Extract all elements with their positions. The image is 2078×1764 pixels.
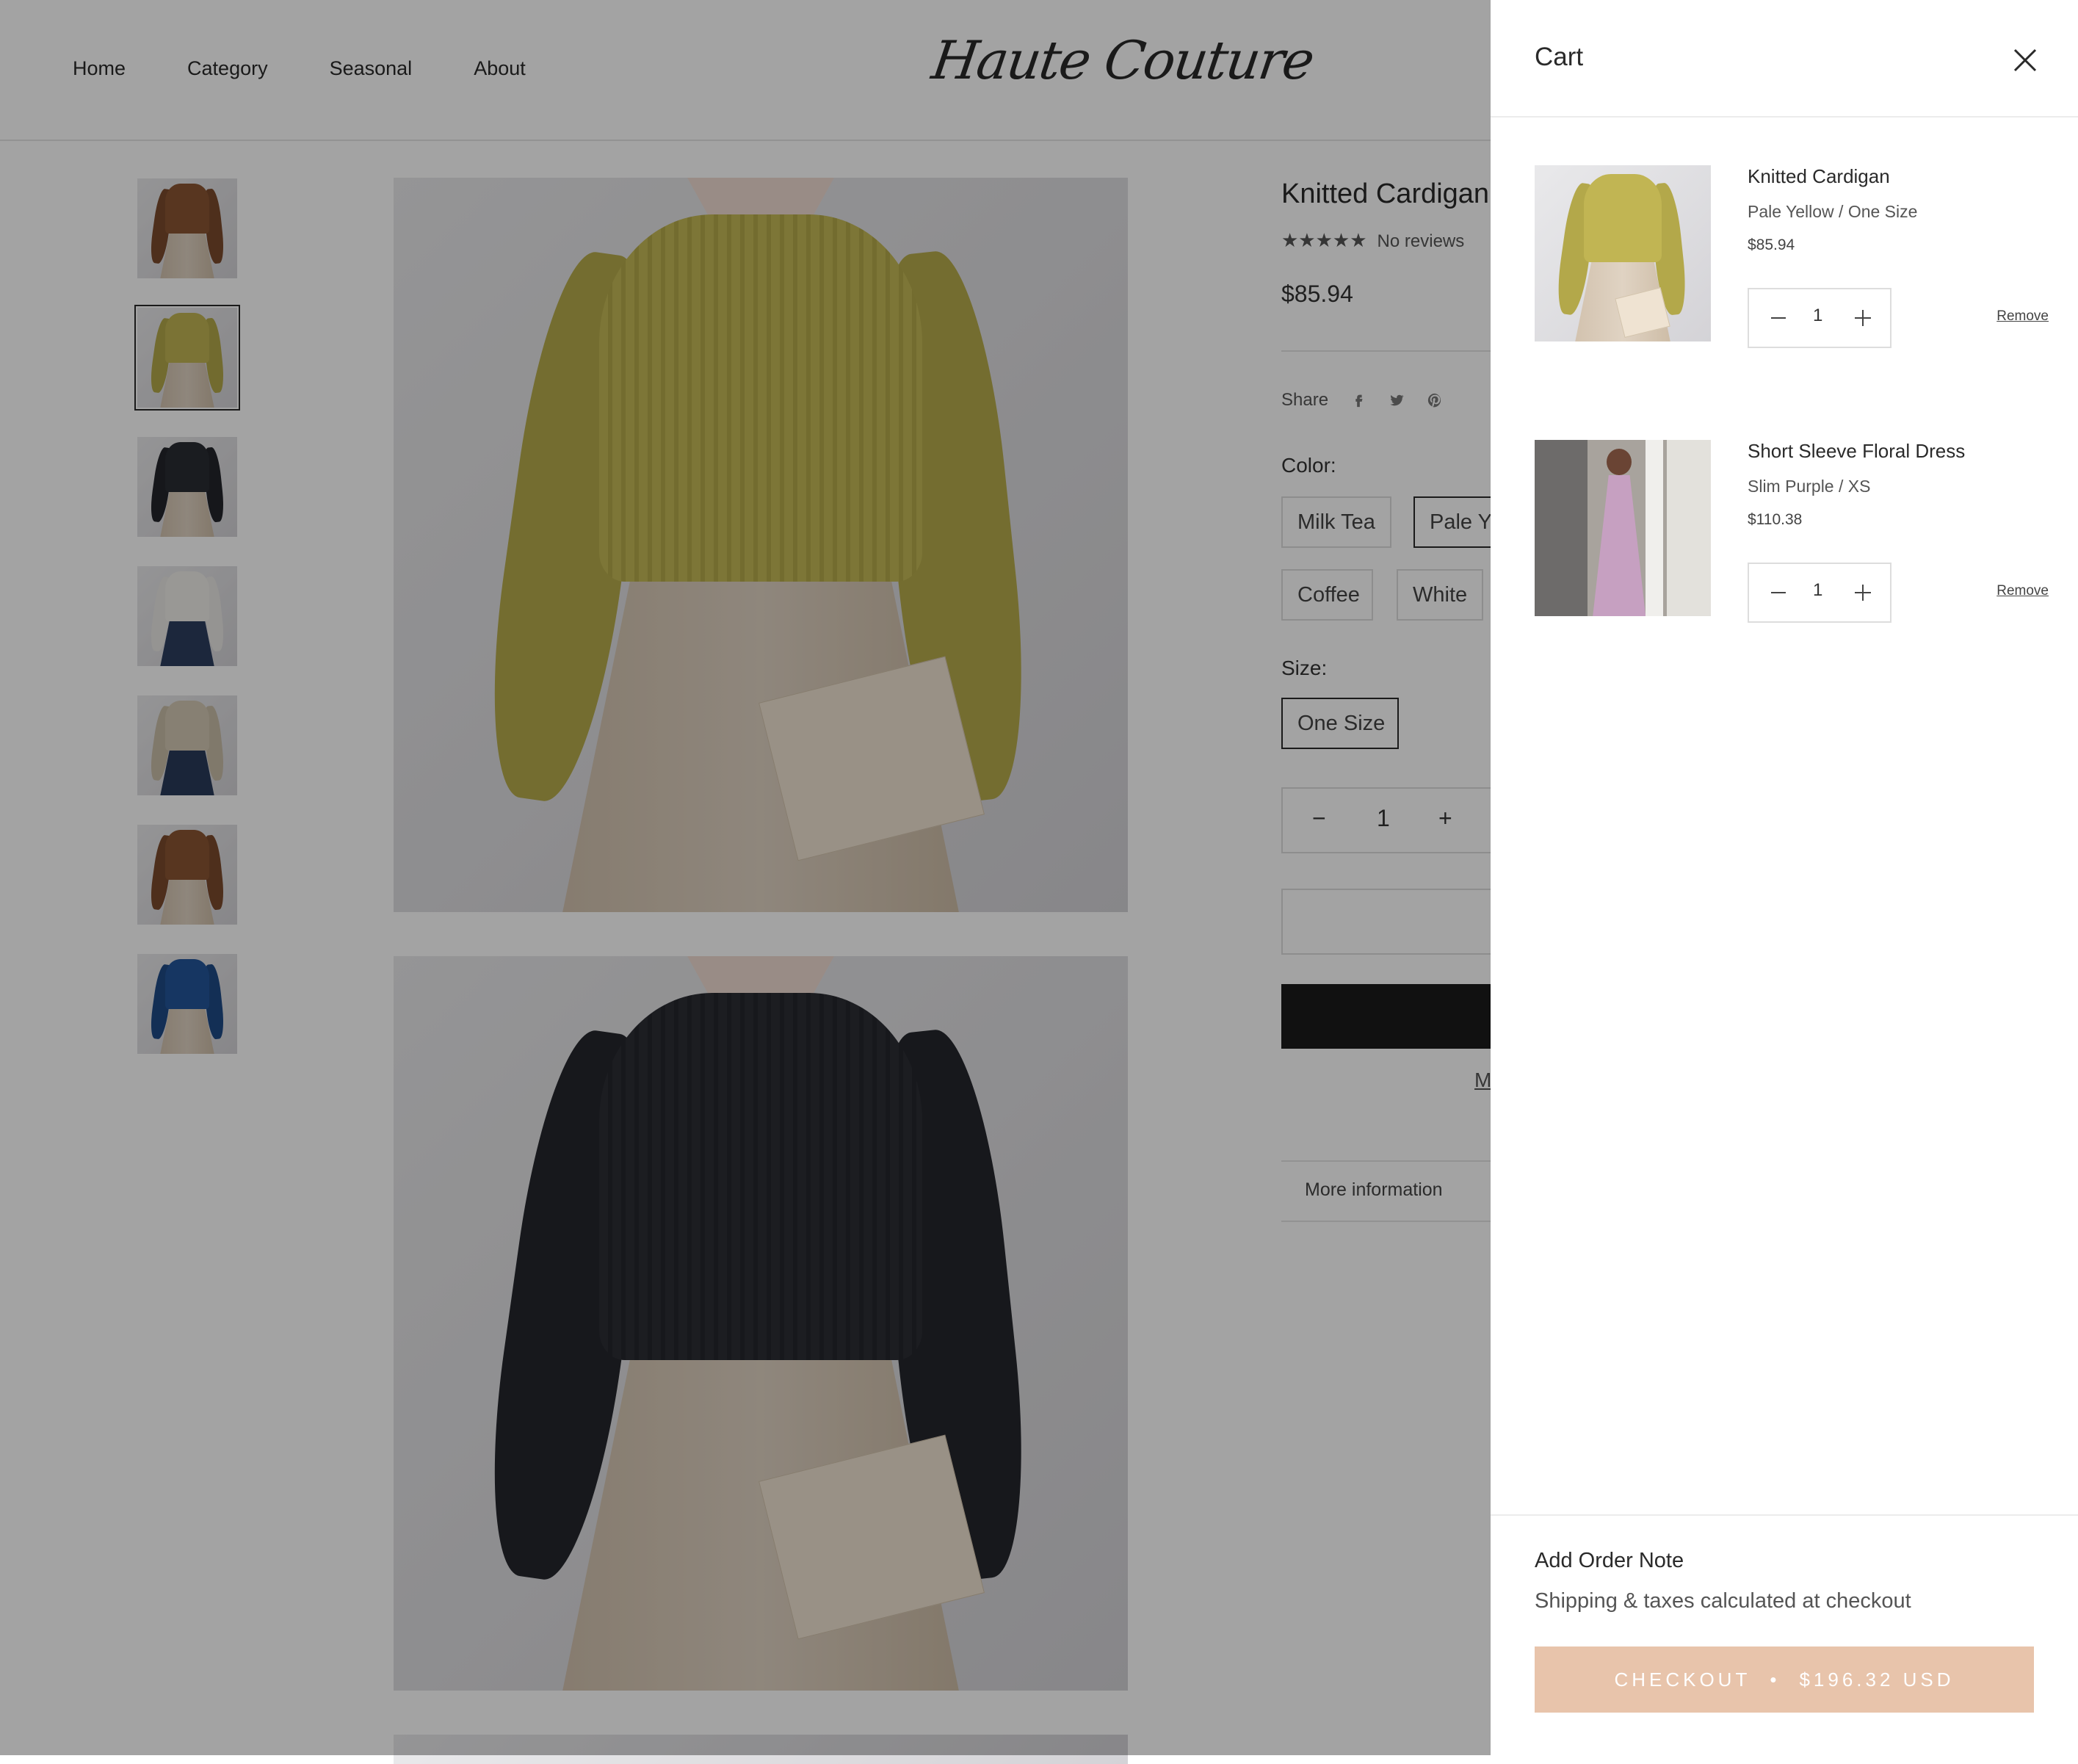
cart-item-price: $110.38 <box>1748 511 1803 528</box>
remove-button[interactable]: Remove <box>1996 583 2049 599</box>
minus-icon[interactable] <box>1771 317 1786 319</box>
cart-item-variant: Pale Yellow / One Size <box>1748 202 1918 221</box>
cart-header: Cart <box>1491 0 2078 118</box>
page-overlay[interactable] <box>0 0 1491 1755</box>
checkout-total: $196.32 USD <box>1799 1668 1955 1691</box>
checkout-button[interactable]: CHECKOUT • $196.32 USD <box>1535 1646 2034 1713</box>
remove-button[interactable]: Remove <box>1996 308 2049 325</box>
cart-item-quantity-stepper: 1 <box>1748 288 1891 348</box>
cart-item: Short Sleeve Floral Dress Slim Purple / … <box>1535 440 2049 631</box>
plus-icon[interactable] <box>1853 308 1872 328</box>
cart-item-image[interactable] <box>1535 440 1711 616</box>
shipping-note: Shipping & taxes calculated at checkout <box>1535 1589 1911 1613</box>
checkout-separator: • <box>1770 1668 1781 1691</box>
plus-icon[interactable] <box>1853 583 1872 602</box>
cart-item-price: $85.94 <box>1748 236 1795 253</box>
minus-icon[interactable] <box>1771 592 1786 593</box>
cart-item-name[interactable]: Short Sleeve Floral Dress <box>1748 440 1965 463</box>
cart-drawer: Cart Knitted Cardigan Pale Yellow / One … <box>1491 0 2078 1755</box>
cart-item-variant: Slim Purple / XS <box>1748 477 1871 496</box>
cart-item-quantity[interactable]: 1 <box>1813 306 1822 326</box>
cart-item-image[interactable] <box>1535 165 1711 341</box>
checkout-label: CHECKOUT <box>1614 1668 1751 1691</box>
close-icon[interactable] <box>2010 46 2040 75</box>
cart-footer: Add Order Note Shipping & taxes calculat… <box>1491 1514 2078 1757</box>
cart-item: Knitted Cardigan Pale Yellow / One Size … <box>1535 165 2049 356</box>
cart-item-quantity[interactable]: 1 <box>1813 580 1822 601</box>
add-order-note-link[interactable]: Add Order Note <box>1535 1549 1684 1573</box>
cart-title: Cart <box>1535 43 1584 71</box>
cart-item-quantity-stepper: 1 <box>1748 563 1891 623</box>
cart-item-name[interactable]: Knitted Cardigan <box>1748 165 1890 188</box>
